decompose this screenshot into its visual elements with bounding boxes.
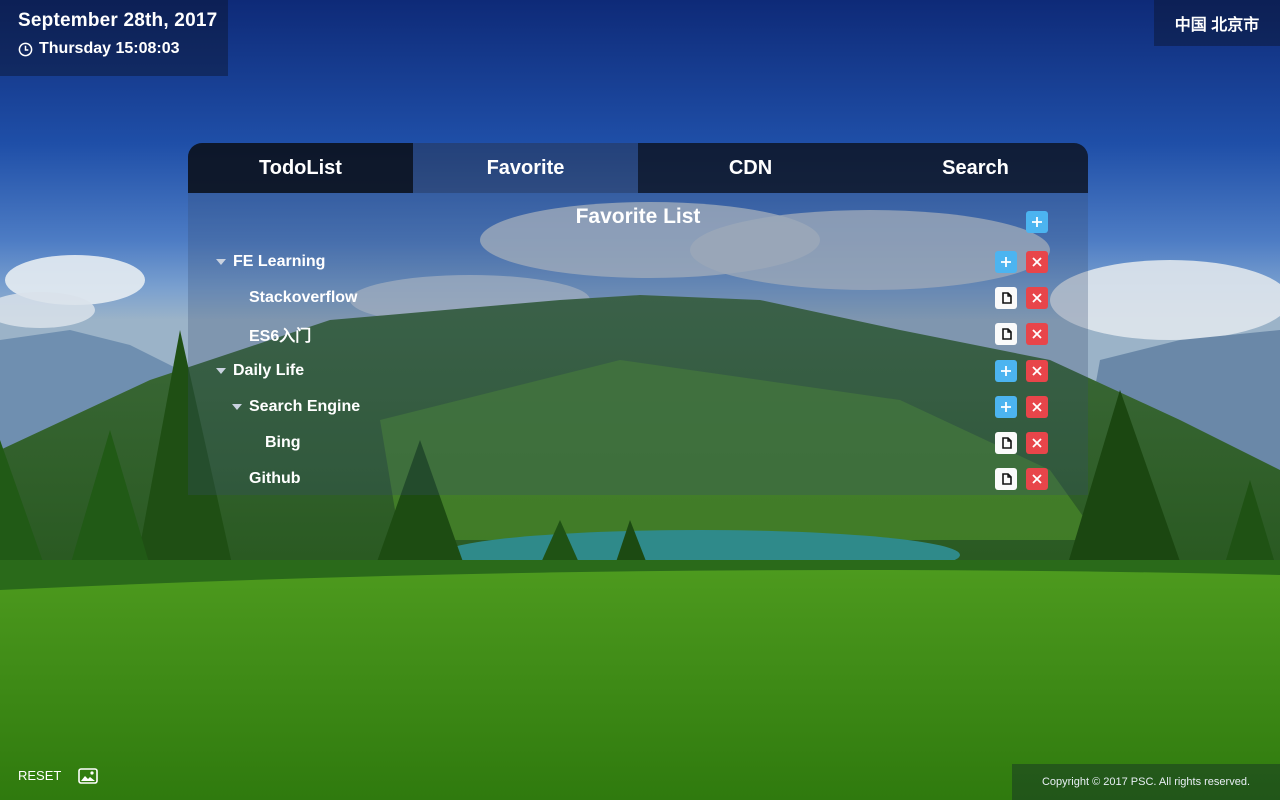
- folder-label[interactable]: FE Learning: [233, 253, 325, 271]
- current-date: September 28th, 2017: [18, 10, 218, 31]
- document-icon: [1002, 292, 1012, 304]
- link-row[interactable]: Github: [232, 465, 832, 493]
- folder-label[interactable]: Search Engine: [249, 398, 360, 416]
- current-time: Thursday 15:08:03: [39, 40, 180, 57]
- open-link-button[interactable]: [995, 323, 1017, 346]
- caret-down-icon[interactable]: [216, 367, 226, 374]
- delete-item-button[interactable]: [1026, 468, 1048, 491]
- current-time-row: Thursday 15:08:03: [18, 40, 228, 58]
- delete-item-button[interactable]: [1026, 323, 1048, 346]
- delete-item-button[interactable]: [1026, 287, 1048, 310]
- image-icon[interactable]: [78, 768, 98, 784]
- tab-todolist[interactable]: TodoList: [188, 143, 413, 193]
- open-link-button[interactable]: [995, 432, 1017, 454]
- document-icon: [1002, 437, 1012, 449]
- close-icon: [1032, 293, 1042, 303]
- location-label: 中国 北京市: [1154, 0, 1280, 46]
- tab-search[interactable]: Search: [863, 143, 1088, 193]
- link-label[interactable]: Stackoverflow: [249, 289, 357, 307]
- document-icon: [1002, 473, 1012, 485]
- caret-down-icon[interactable]: [232, 403, 242, 410]
- tab-bar: TodoList Favorite CDN Search: [188, 143, 1088, 193]
- add-item-button[interactable]: [995, 395, 1017, 418]
- delete-item-button[interactable]: [1026, 395, 1048, 418]
- close-icon: [1032, 329, 1042, 340]
- folder-label[interactable]: Daily Life: [233, 362, 304, 380]
- folder-row[interactable]: Search Engine: [232, 393, 832, 421]
- open-link-button[interactable]: [995, 287, 1017, 310]
- add-item-button[interactable]: [995, 251, 1017, 273]
- close-icon: [1032, 257, 1042, 267]
- clock-icon: [18, 42, 33, 57]
- plus-icon: [1001, 257, 1011, 267]
- close-icon: [1032, 438, 1042, 448]
- add-item-button[interactable]: [995, 359, 1017, 382]
- delete-item-button[interactable]: [1026, 359, 1048, 382]
- plus-icon: [1001, 365, 1011, 376]
- datetime-widget: September 28th, 2017 Thursday 15:08:03: [0, 0, 228, 76]
- link-label[interactable]: Bing: [265, 434, 301, 452]
- copyright-notice: Copyright © 2017 PSC. All rights reserve…: [1012, 764, 1280, 800]
- plus-icon: [1001, 401, 1011, 412]
- delete-item-button[interactable]: [1026, 251, 1048, 273]
- open-link-button[interactable]: [995, 468, 1017, 491]
- reset-button[interactable]: RESET: [18, 768, 61, 783]
- close-icon: [1032, 402, 1042, 412]
- tab-cdn[interactable]: CDN: [638, 143, 863, 193]
- favorite-list-title: Favorite List: [575, 205, 701, 228]
- link-label[interactable]: ES6入门: [249, 322, 311, 346]
- folder-row[interactable]: Daily Life: [216, 357, 816, 385]
- plus-icon: [1032, 217, 1042, 227]
- close-icon: [1032, 365, 1042, 376]
- folder-row[interactable]: FE Learning: [216, 248, 816, 276]
- tab-favorite[interactable]: Favorite: [413, 143, 638, 193]
- delete-item-button[interactable]: [1026, 432, 1048, 454]
- document-icon: [1002, 328, 1012, 341]
- link-row[interactable]: Stackoverflow: [232, 284, 832, 312]
- link-row[interactable]: ES6入门: [232, 320, 832, 348]
- link-label[interactable]: Github: [249, 470, 301, 488]
- add-root-folder-button[interactable]: [1026, 211, 1048, 233]
- close-icon: [1032, 474, 1042, 484]
- link-row[interactable]: Bing: [248, 429, 848, 457]
- caret-down-icon[interactable]: [216, 259, 226, 265]
